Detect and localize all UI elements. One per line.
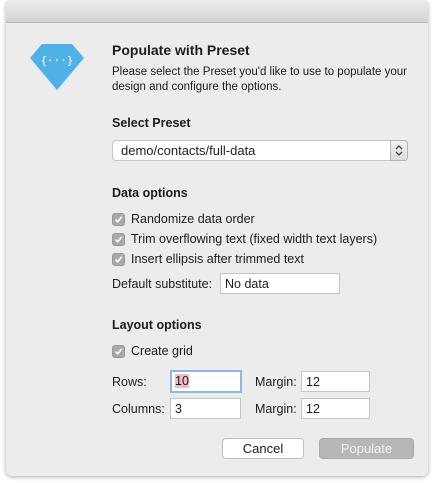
randomize-checkbox[interactable] — [112, 212, 125, 226]
dialog-title: Populate with Preset — [112, 42, 250, 58]
trim-checkbox-row[interactable]: Trim overflowing text (fixed width text … — [112, 232, 377, 246]
columns-label: Columns: — [112, 402, 165, 416]
create-grid-label: Create grid — [131, 344, 193, 358]
rows-margin-value: 12 — [306, 375, 320, 389]
ellipsis-label: Insert ellipsis after trimmed text — [131, 252, 304, 266]
ellipsis-checkbox-row[interactable]: Insert ellipsis after trimmed text — [112, 252, 304, 266]
rows-field[interactable]: 10 — [170, 370, 242, 393]
svg-text:{···}: {···} — [40, 54, 73, 67]
columns-margin-field[interactable]: 12 — [301, 398, 370, 419]
checkmark-icon — [114, 255, 123, 263]
dialog-description: Please select the Preset you'd like to u… — [112, 66, 407, 93]
rows-value: 10 — [175, 374, 189, 388]
populate-button[interactable]: Populate — [319, 438, 414, 459]
data-options-heading: Data options — [112, 186, 188, 200]
select-preset-heading: Select Preset — [112, 116, 191, 130]
default-substitute-value: No data — [225, 277, 269, 291]
checkmark-icon — [114, 215, 123, 223]
checkmark-icon — [114, 235, 123, 243]
default-substitute-label: Default substitute: — [112, 277, 213, 291]
trim-checkbox[interactable] — [112, 232, 125, 246]
rows-margin-field[interactable]: 12 — [301, 371, 370, 392]
columns-margin-value: 12 — [306, 402, 320, 416]
trim-label: Trim overflowing text (fixed width text … — [131, 232, 378, 246]
default-substitute-field[interactable]: No data — [220, 273, 340, 294]
rows-label: Rows: — [112, 375, 147, 389]
cancel-button[interactable]: Cancel — [222, 438, 304, 459]
updown-chevron-icon[interactable] — [390, 140, 408, 161]
ellipsis-checkbox[interactable] — [112, 252, 125, 266]
create-grid-checkbox[interactable] — [112, 344, 125, 358]
rows-margin-label: Margin: — [255, 375, 297, 389]
columns-margin-label: Margin: — [255, 402, 297, 416]
create-grid-checkbox-row[interactable]: Create grid — [112, 344, 193, 358]
columns-value: 3 — [175, 402, 182, 416]
sketch-data-populator-logo-icon: {···} — [28, 38, 86, 96]
randomize-checkbox-row[interactable]: Randomize data order — [112, 212, 255, 226]
checkmark-icon — [114, 347, 123, 355]
columns-field[interactable]: 3 — [170, 398, 241, 419]
layout-options-heading: Layout options — [112, 318, 202, 332]
title-bar[interactable] — [6, 0, 428, 23]
preset-select-value: demo/contacts/full-data — [121, 143, 256, 158]
populate-dialog: {···} Populate with Preset Please select… — [6, 0, 428, 476]
preset-select[interactable]: demo/contacts/full-data — [112, 140, 408, 161]
randomize-label: Randomize data order — [131, 212, 255, 226]
